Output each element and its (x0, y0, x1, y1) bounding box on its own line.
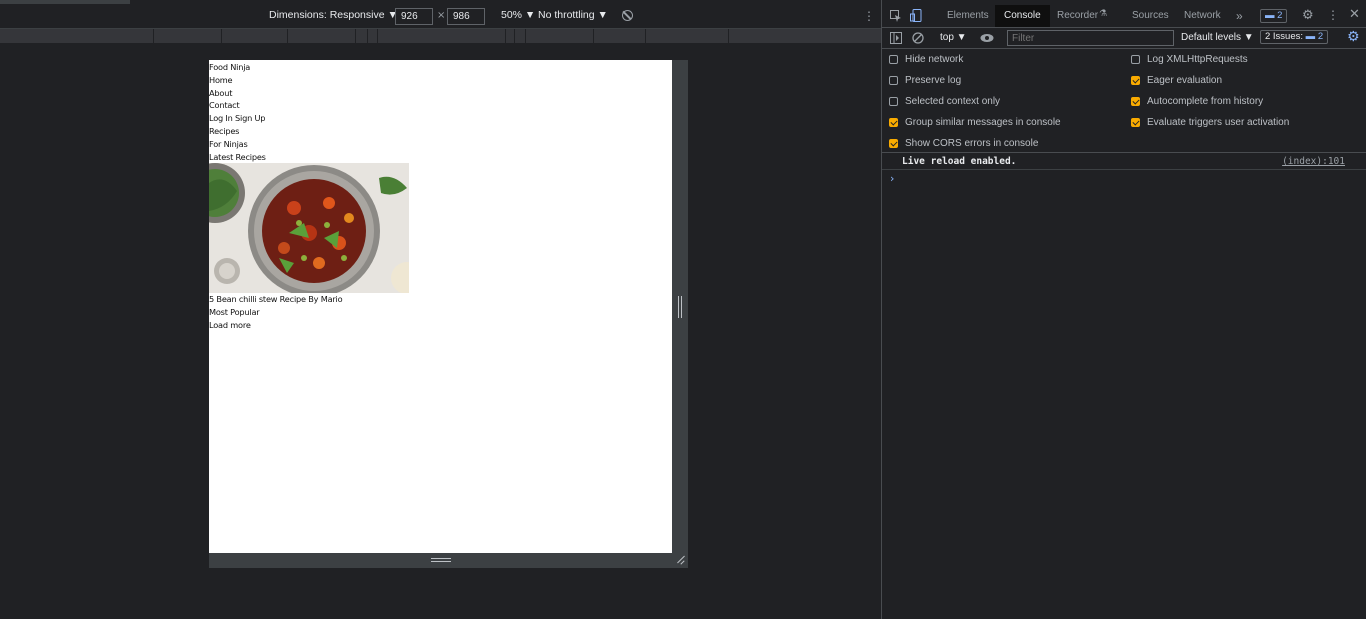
devtools-tabbar: Elements Console Recorder ⚗ Sources Netw… (882, 5, 1366, 28)
console-settings-gear-icon[interactable]: ⚙ (1347, 29, 1360, 45)
checkbox-checked[interactable] (889, 118, 898, 127)
height-input[interactable] (447, 8, 485, 25)
nav-contact-link[interactable]: Contact (209, 99, 672, 112)
setting-label: Hide network (905, 54, 964, 65)
load-more-link[interactable]: Load more (209, 319, 672, 332)
checkbox-checked[interactable] (889, 139, 898, 148)
setting-label: Evaluate triggers user activation (1147, 117, 1290, 128)
page-viewport: Food Ninja Home About Contact Log In Sig… (209, 60, 672, 553)
throttling-dropdown[interactable]: No throttling ▼ (538, 9, 608, 21)
issues-icon: ▬ (1305, 31, 1316, 42)
viewport-resize-handle-bottom[interactable] (209, 553, 672, 568)
setting-autocomplete[interactable]: Autocomplete from history (1131, 96, 1263, 107)
console-source-link[interactable]: (index):101 (1282, 156, 1345, 167)
for-ninjas-text: For Ninjas (209, 138, 248, 149)
hero-caption[interactable]: 5 Bean chilli stew Recipe By Mario (209, 293, 672, 306)
latest-recipes-heading: Latest Recipes (209, 151, 266, 162)
filter-input[interactable] (1007, 30, 1174, 46)
setting-label: Group similar messages in console (905, 117, 1061, 128)
inspect-icon[interactable] (890, 10, 902, 22)
chilli-stew-image (209, 163, 409, 294)
messages-count: 2 (1277, 10, 1283, 21)
message-icon: ▬ (1265, 10, 1275, 21)
issues-count: 2 (1317, 31, 1324, 42)
recipes-heading: Recipes (209, 125, 240, 136)
tab-elements[interactable]: Elements (947, 5, 989, 27)
context-dropdown[interactable]: top ▼ (940, 32, 967, 43)
site-brand[interactable]: Food Ninja (209, 61, 672, 74)
issues-label: 2 Issues: (1265, 31, 1304, 42)
setting-user-activation[interactable]: Evaluate triggers user activation (1131, 117, 1289, 128)
device-toolbar: Dimensions: Responsive ▼ × 50% ▼ No thro… (0, 5, 881, 28)
console-settings: Hide network Preserve log Selected conte… (882, 49, 1366, 153)
clear-console-icon[interactable] (912, 32, 924, 44)
setting-preserve-log[interactable]: Preserve log (889, 75, 961, 86)
rotate-icon[interactable] (622, 10, 633, 21)
setting-label: Show CORS errors in console (905, 138, 1039, 149)
devtools-panel: Elements Console Recorder ⚗ Sources Netw… (881, 0, 1366, 619)
checkbox-unchecked[interactable] (889, 55, 898, 64)
food-ninja-site: Food Ninja Home About Contact Log In Sig… (209, 61, 672, 332)
viewport-resize-handle-right[interactable] (672, 60, 688, 568)
sidebar-toggle-icon[interactable] (890, 32, 902, 44)
setting-label: Selected context only (905, 96, 1001, 107)
width-input[interactable] (395, 8, 433, 25)
checkbox-checked[interactable] (1131, 118, 1140, 127)
setting-log-xhr[interactable]: Log XMLHttpRequests (1131, 54, 1248, 65)
setting-label: Eager evaluation (1147, 75, 1223, 86)
checkbox-checked[interactable] (1131, 76, 1140, 85)
console-message-text: Live reload enabled. (902, 156, 1017, 167)
setting-group-similar[interactable]: Group similar messages in console (889, 117, 1061, 128)
log-levels-dropdown[interactable]: Default levels ▼ (1181, 32, 1254, 43)
most-popular-heading: Most Popular (209, 307, 260, 318)
checkbox-unchecked[interactable] (1131, 55, 1140, 64)
kebab-icon[interactable]: ⋮ (1327, 8, 1339, 22)
viewport-resize-corner[interactable] (672, 553, 688, 568)
setting-hide-network[interactable]: Hide network (889, 54, 963, 65)
setting-cors-errors[interactable]: Show CORS errors in console (889, 138, 1038, 149)
more-tabs-icon[interactable]: » (1236, 5, 1243, 27)
device-toggle-icon[interactable] (910, 9, 922, 23)
console-prompt[interactable]: › (890, 172, 894, 185)
setting-eager-eval[interactable]: Eager evaluation (1131, 75, 1222, 86)
tab-recorder[interactable]: Recorder (1057, 5, 1098, 27)
kebab-icon[interactable]: ⋮ (863, 9, 875, 23)
auth-links[interactable]: Log In Sign Up (209, 112, 672, 125)
console-message: Live reload enabled. (index):101 (882, 153, 1366, 170)
setting-label: Autocomplete from history (1147, 96, 1264, 107)
tab-console[interactable]: Console (995, 5, 1050, 27)
messages-badge[interactable]: ▬ 2 (1260, 9, 1288, 23)
checkbox-unchecked[interactable] (889, 97, 898, 106)
close-icon[interactable]: ✕ (1349, 7, 1360, 22)
setting-label: Preserve log (905, 75, 962, 86)
eye-icon[interactable] (980, 33, 994, 43)
checkbox-unchecked[interactable] (889, 76, 898, 85)
tab-network[interactable]: Network (1184, 5, 1221, 27)
nav-about-link[interactable]: About (209, 87, 672, 100)
tab-sources[interactable]: Sources (1132, 5, 1169, 27)
flask-icon: ⚗ (1099, 9, 1108, 19)
zoom-dropdown[interactable]: 50% ▼ (501, 9, 535, 21)
media-query-ruler[interactable] (0, 28, 881, 43)
dimensions-dropdown[interactable]: Dimensions: Responsive ▼ (269, 9, 398, 21)
issues-button[interactable]: 2 Issues: ▬ 2 (1260, 30, 1329, 44)
setting-label: Log XMLHttpRequests (1147, 54, 1248, 65)
setting-selected-context[interactable]: Selected context only (889, 96, 1000, 107)
checkbox-checked[interactable] (1131, 97, 1140, 106)
nav-home-link[interactable]: Home (209, 74, 672, 87)
times-sign: × (437, 10, 446, 21)
device-emulation-area: Dimensions: Responsive ▼ × 50% ▼ No thro… (0, 0, 881, 619)
console-toolbar: top ▼ Default levels ▼ 2 Issues: ▬ 2 ⚙ (882, 28, 1366, 49)
gear-icon[interactable]: ⚙ (1302, 8, 1314, 23)
